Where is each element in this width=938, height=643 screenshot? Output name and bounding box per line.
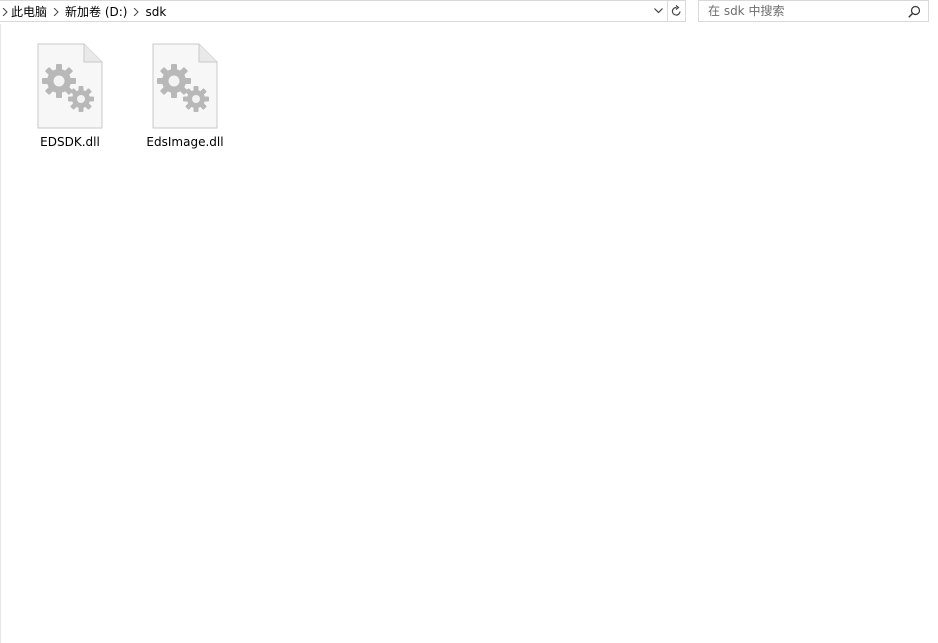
- search-input[interactable]: [699, 1, 904, 21]
- navigation-bar: 此电脑 新加卷 (D:) sdk: [0, 0, 938, 24]
- breadcrumb: 此电脑 新加卷 (D:) sdk: [0, 1, 167, 23]
- pane-divider: [0, 24, 1, 643]
- address-bar[interactable]: 此电脑 新加卷 (D:) sdk: [0, 0, 686, 22]
- breadcrumb-this-pc[interactable]: 此电脑: [10, 2, 48, 22]
- search-icon[interactable]: [908, 5, 921, 18]
- breadcrumb-drive-d[interactable]: 新加卷 (D:): [64, 2, 128, 22]
- chevron-right-icon[interactable]: [0, 2, 10, 22]
- address-history-dropdown[interactable]: [650, 1, 667, 21]
- chevron-down-icon: [654, 8, 663, 14]
- chevron-right-icon[interactable]: [48, 2, 64, 22]
- file-list-area[interactable]: EDSDK.dll EdsImage.dll: [0, 24, 938, 643]
- file-explorer-window: 此电脑 新加卷 (D:) sdk 在 sdk 中搜索 EDSDK.dll Eds…: [0, 0, 938, 643]
- dll-file-icon: [152, 43, 218, 129]
- file-name: EDSDK.dll: [40, 135, 100, 149]
- file-item[interactable]: EdsImage.dll: [137, 38, 233, 156]
- refresh-icon: [671, 5, 681, 16]
- refresh-button[interactable]: [667, 1, 685, 21]
- chevron-right-icon[interactable]: [128, 2, 144, 22]
- file-name: EdsImage.dll: [146, 135, 224, 149]
- search-box[interactable]: [698, 0, 929, 22]
- file-item[interactable]: EDSDK.dll: [22, 38, 118, 156]
- dll-file-icon: [37, 43, 103, 129]
- breadcrumb-sdk[interactable]: sdk: [144, 2, 167, 22]
